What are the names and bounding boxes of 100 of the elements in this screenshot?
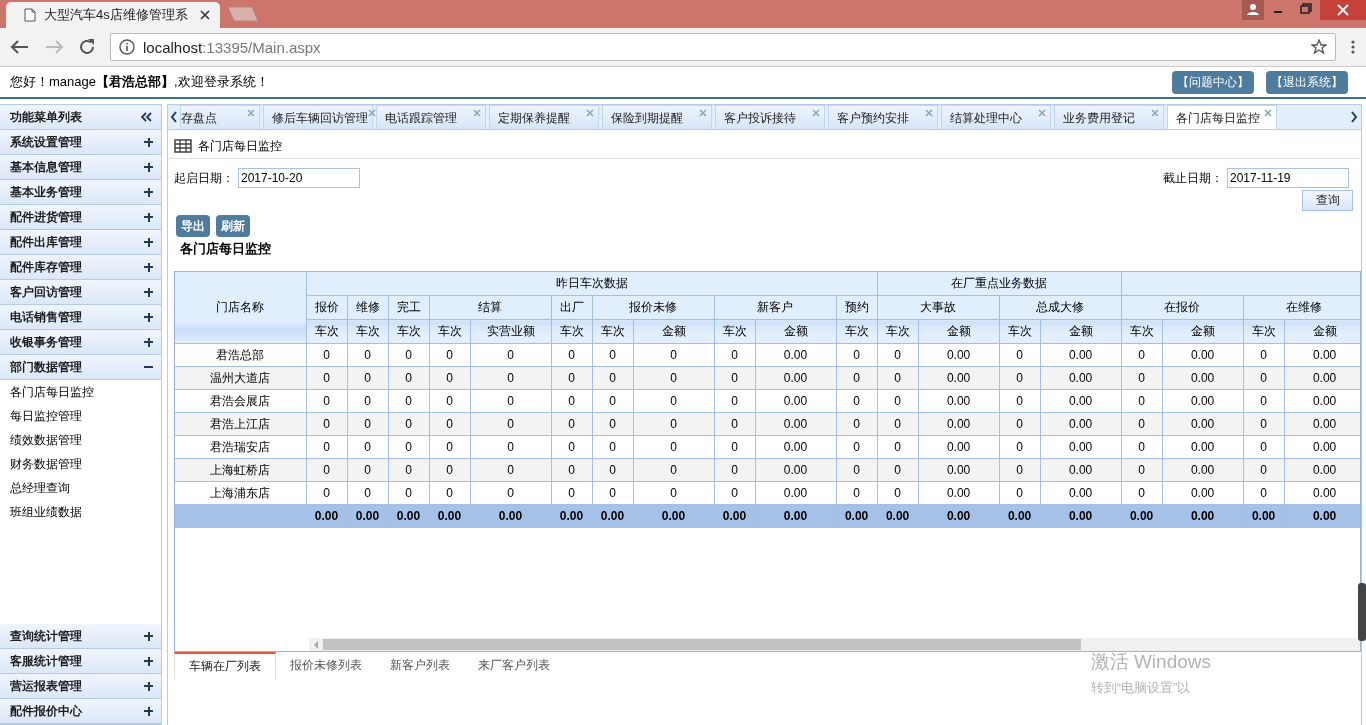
forward-icon[interactable] — [44, 39, 64, 55]
page-tab[interactable]: 结算处理中心 — [941, 105, 1051, 129]
menu-item[interactable]: 配件库存管理 — [0, 255, 161, 280]
column-header: 大事故 — [877, 295, 1000, 320]
table-cell: 0 — [388, 481, 429, 505]
more-icon[interactable] — [1350, 39, 1356, 55]
table-cell: 0.00 — [1162, 389, 1244, 413]
table-cell: 君浩瑞安店 — [175, 435, 306, 459]
table-cell: 0 — [877, 481, 919, 505]
table-cell: 上海浦东店 — [175, 481, 306, 505]
menu-item[interactable]: 配件进货管理 — [0, 205, 161, 230]
menu-link[interactable]: 各门店每日监控 — [0, 380, 161, 404]
star-icon[interactable] — [1311, 39, 1327, 55]
header-button[interactable]: 【问题中心】 — [1172, 70, 1254, 94]
close-icon[interactable] — [699, 109, 707, 117]
menu-item[interactable]: 收银事务管理 — [0, 330, 161, 355]
close-icon[interactable] — [1038, 109, 1046, 117]
menu-link[interactable]: 财务数据管理 — [0, 452, 161, 476]
menu-item[interactable]: 营运报表管理 — [0, 674, 161, 699]
table-cell: 0 — [470, 435, 551, 459]
list-tab[interactable]: 来厂客户列表 — [464, 652, 564, 679]
table-cell: 0 — [470, 389, 551, 413]
list-tab[interactable]: 新客户列表 — [376, 652, 464, 679]
menu-item[interactable]: 客户回访管理 — [0, 280, 161, 305]
horizontal-scrollbar[interactable] — [309, 638, 1360, 651]
menu-item[interactable]: 基本业务管理 — [0, 180, 161, 205]
page-tab[interactable]: 保险到期提醒 — [602, 105, 712, 129]
table-cell: 0 — [999, 435, 1041, 459]
table-cell: 0 — [429, 435, 470, 459]
table-cell: 0.00 — [1040, 389, 1122, 413]
new-tab-icon[interactable] — [226, 6, 260, 22]
field-label: 起启日期： — [174, 169, 234, 187]
page-tab[interactable]: 客户投诉接待 — [715, 105, 825, 129]
table-cell: 0 — [429, 343, 470, 367]
greeting-text: 您好！manage【君浩总部】,欢迎登录系统！ — [10, 73, 269, 91]
menu-item[interactable]: 部门数据管理 — [0, 355, 161, 380]
info-icon — [119, 39, 135, 55]
close-icon[interactable] — [586, 109, 594, 117]
page-tab[interactable]: 业务费用登记 — [1054, 105, 1164, 129]
list-tab[interactable]: 报价未修列表 — [276, 652, 376, 679]
close-icon[interactable] — [247, 109, 255, 117]
close-icon[interactable] — [1320, 0, 1366, 20]
address-bar[interactable]: localhost:13395/Main.aspx — [110, 33, 1336, 61]
scroll-left-icon — [313, 640, 319, 649]
close-icon[interactable] — [368, 109, 376, 117]
close-icon[interactable] — [925, 109, 933, 117]
table-cell: 0 — [633, 389, 714, 413]
reload-icon[interactable] — [78, 38, 96, 56]
table-cell: 0 — [836, 435, 878, 459]
collapse-icon[interactable] — [141, 112, 153, 122]
close-icon[interactable] — [812, 109, 820, 117]
action-button[interactable]: 导出 — [176, 215, 210, 237]
column-header: 总成大修 — [999, 295, 1122, 320]
menu-item[interactable]: 配件报价中心 — [0, 699, 161, 724]
close-icon[interactable] — [1264, 109, 1272, 117]
back-icon[interactable] — [10, 39, 30, 55]
menu-link[interactable]: 总经理查询 — [0, 476, 161, 500]
table-cell: 0 — [999, 389, 1041, 413]
table-cell: 0 — [1243, 435, 1285, 459]
menu-item[interactable]: 系统设置管理 — [0, 130, 161, 155]
menu-item[interactable]: 基本信息管理 — [0, 155, 161, 180]
date-field[interactable]: 2017-10-20 — [238, 168, 360, 188]
panel-title: 各门店每日监控 — [198, 137, 282, 155]
table-cell: 0 — [633, 343, 714, 367]
table-cell: 0.00 — [1162, 343, 1244, 367]
table-cell: 上海虹桥店 — [175, 458, 306, 482]
page-tab[interactable]: 电话跟踪管理 — [376, 105, 486, 129]
table-cell: 0 — [877, 435, 919, 459]
activation-notice: 激活 Windows — [1090, 650, 1211, 674]
vertical-scrollbar-thumb[interactable] — [1358, 583, 1366, 641]
menu-link[interactable]: 每日监控管理 — [0, 404, 161, 428]
menu-link[interactable]: 绩效数据管理 — [0, 428, 161, 452]
menu-item[interactable]: 客服统计管理 — [0, 649, 161, 674]
page-tab[interactable]: 各门店每日监控 — [1167, 105, 1277, 129]
table-cell: 0 — [429, 481, 470, 505]
table-cell: 0 — [714, 389, 755, 413]
close-icon[interactable] — [473, 109, 481, 117]
sidebar-title: 功能菜单列表 — [10, 108, 82, 126]
table-cell: 0 — [347, 435, 388, 459]
close-icon[interactable] — [1151, 109, 1159, 117]
field-label: 截止日期： — [1163, 169, 1223, 187]
user-icon[interactable] — [1242, 0, 1264, 20]
page-tab[interactable]: 存盘点 — [180, 105, 260, 129]
menu-item[interactable]: 查询统计管理 — [0, 624, 161, 649]
list-tab[interactable]: 车辆在厂列表 — [174, 652, 276, 679]
browser-tab[interactable]: 大型汽车4s店维修管理系 — [6, 2, 220, 28]
header-button[interactable]: 【退出系统】 — [1266, 70, 1348, 94]
action-button[interactable]: 刷新 — [216, 215, 250, 237]
menu-link[interactable]: 班组业绩数据 — [0, 500, 161, 524]
page-tab[interactable]: 客户预约安排 — [828, 105, 938, 129]
activation-notice: 转到“电脑设置”以 — [1090, 679, 1192, 697]
table-cell: 0.00 — [918, 389, 1000, 413]
table-cell: 0 — [551, 481, 592, 505]
date-field[interactable]: 2017-11-19 — [1227, 168, 1349, 188]
page-tab[interactable]: 修后车辆回访管理 — [263, 105, 373, 129]
table-cell: 0 — [1243, 343, 1285, 367]
menu-item[interactable]: 电话销售管理 — [0, 305, 161, 330]
page-tab[interactable]: 定期保养提醒 — [489, 105, 599, 129]
menu-item[interactable]: 配件出库管理 — [0, 230, 161, 255]
query-button[interactable]: 查询 — [1302, 190, 1353, 211]
